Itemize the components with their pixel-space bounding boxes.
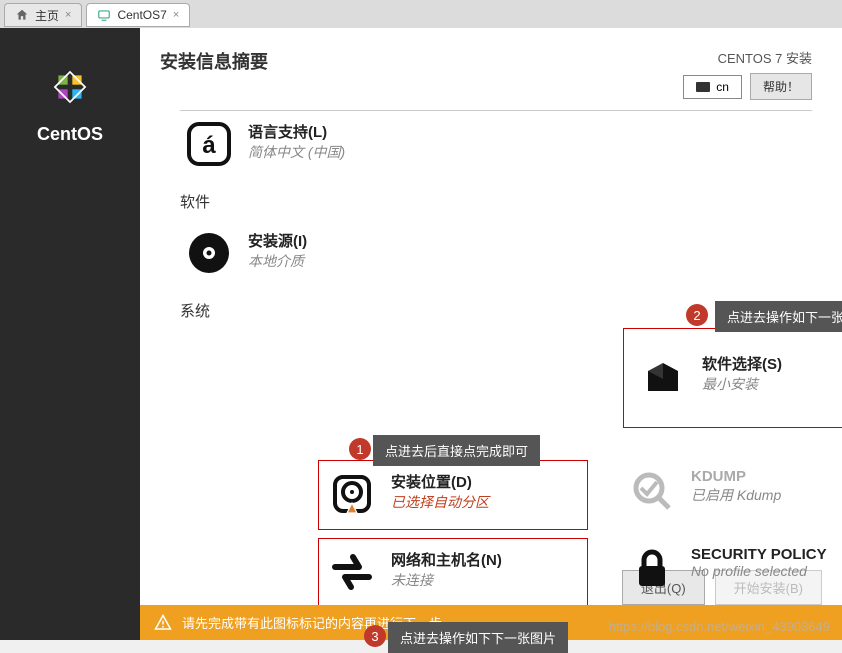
item-title: 网络和主机名(N) (391, 549, 502, 570)
keyboard-icon (696, 82, 710, 92)
home-icon (15, 8, 29, 22)
kdump-icon (629, 468, 675, 514)
svg-text:á: á (202, 132, 216, 159)
annotation-badge-2: 2 (686, 304, 708, 326)
item-subtitle: 已启用 Kdump (691, 485, 781, 505)
section-software: 软件 (180, 191, 812, 212)
annotation-badge-3: 3 (364, 625, 386, 647)
keyboard-indicator[interactable]: cn (683, 75, 742, 99)
item-title: KDUMP (691, 468, 781, 485)
annotation-box-software: 软件选择(S) 最小安装 (623, 328, 842, 428)
annotation-tooltip-3: 点进去操作如下下一张图片 (388, 622, 568, 653)
annotation-box-network: 网络和主机名(N) 未连接 (318, 538, 588, 606)
item-subtitle: No profile selected (691, 563, 827, 579)
disc-icon (186, 230, 232, 276)
item-title: 安装位置(D) (391, 471, 489, 492)
tab-home[interactable]: 主页 × (4, 3, 82, 27)
product-label: CENTOS 7 安装 (683, 48, 812, 67)
item-subtitle: 未连接 (391, 570, 502, 590)
warning-icon (154, 614, 172, 632)
network-icon (329, 549, 375, 595)
software-selection-item[interactable]: 软件选择(S) 最小安装 (624, 329, 842, 427)
security-policy-item[interactable]: SECURITY POLICY No profile selected (623, 540, 842, 598)
centos-logo: CentOS (37, 58, 103, 145)
package-icon (640, 353, 686, 399)
harddisk-warning-icon (329, 471, 375, 517)
annotation-tooltip-1: 点进去后直接点完成即可 (373, 435, 540, 466)
lock-icon (629, 546, 675, 592)
close-icon[interactable]: × (173, 9, 179, 21)
item-title: 安装源(I) (248, 230, 307, 251)
language-icon: á (186, 121, 232, 167)
kdump-item[interactable]: KDUMP 已启用 Kdump (623, 462, 842, 520)
annotation-tooltip-2: 点进去操作如下一张图片 (715, 301, 842, 332)
annotation-badge-1: 1 (349, 438, 371, 460)
content-panel: 安装信息摘要 CENTOS 7 安装 cn 帮助！ á (140, 28, 842, 640)
keyboard-layout: cn (716, 80, 729, 94)
watermark: https://blog.csdn.net/weixin_43903649 (609, 619, 830, 634)
tab-centos[interactable]: CentOS7 × (86, 3, 190, 27)
tab-label: 主页 (35, 7, 59, 24)
item-subtitle: 简体中文 (中国) (248, 142, 345, 162)
tab-label: CentOS7 (117, 8, 166, 22)
item-subtitle: 最小安装 (702, 374, 782, 394)
network-hostname-item[interactable]: 网络和主机名(N) 未连接 (319, 539, 587, 605)
brand-text: CentOS (37, 124, 103, 145)
page-title: 安装信息摘要 (160, 48, 268, 100)
item-subtitle: 已选择自动分区 (391, 492, 489, 512)
install-destination-item[interactable]: 安装位置(D) 已选择自动分区 (319, 461, 587, 527)
help-button[interactable]: 帮助！ (750, 73, 812, 100)
item-title: 软件选择(S) (702, 353, 782, 374)
install-source-item[interactable]: 安装源(I) 本地介质 (180, 224, 460, 282)
annotation-box-destination: 安装位置(D) 已选择自动分区 (318, 460, 588, 530)
close-icon[interactable]: × (65, 9, 71, 21)
language-support-item[interactable]: á 语言支持(L) 简体中文 (中国) (180, 115, 460, 173)
item-title: 语言支持(L) (248, 121, 345, 142)
item-title: SECURITY POLICY (691, 546, 827, 563)
item-subtitle: 本地介质 (248, 251, 307, 271)
vm-icon (97, 8, 111, 22)
sidebar: CentOS (0, 28, 140, 640)
tab-bar: 主页 × CentOS7 × (0, 0, 842, 28)
